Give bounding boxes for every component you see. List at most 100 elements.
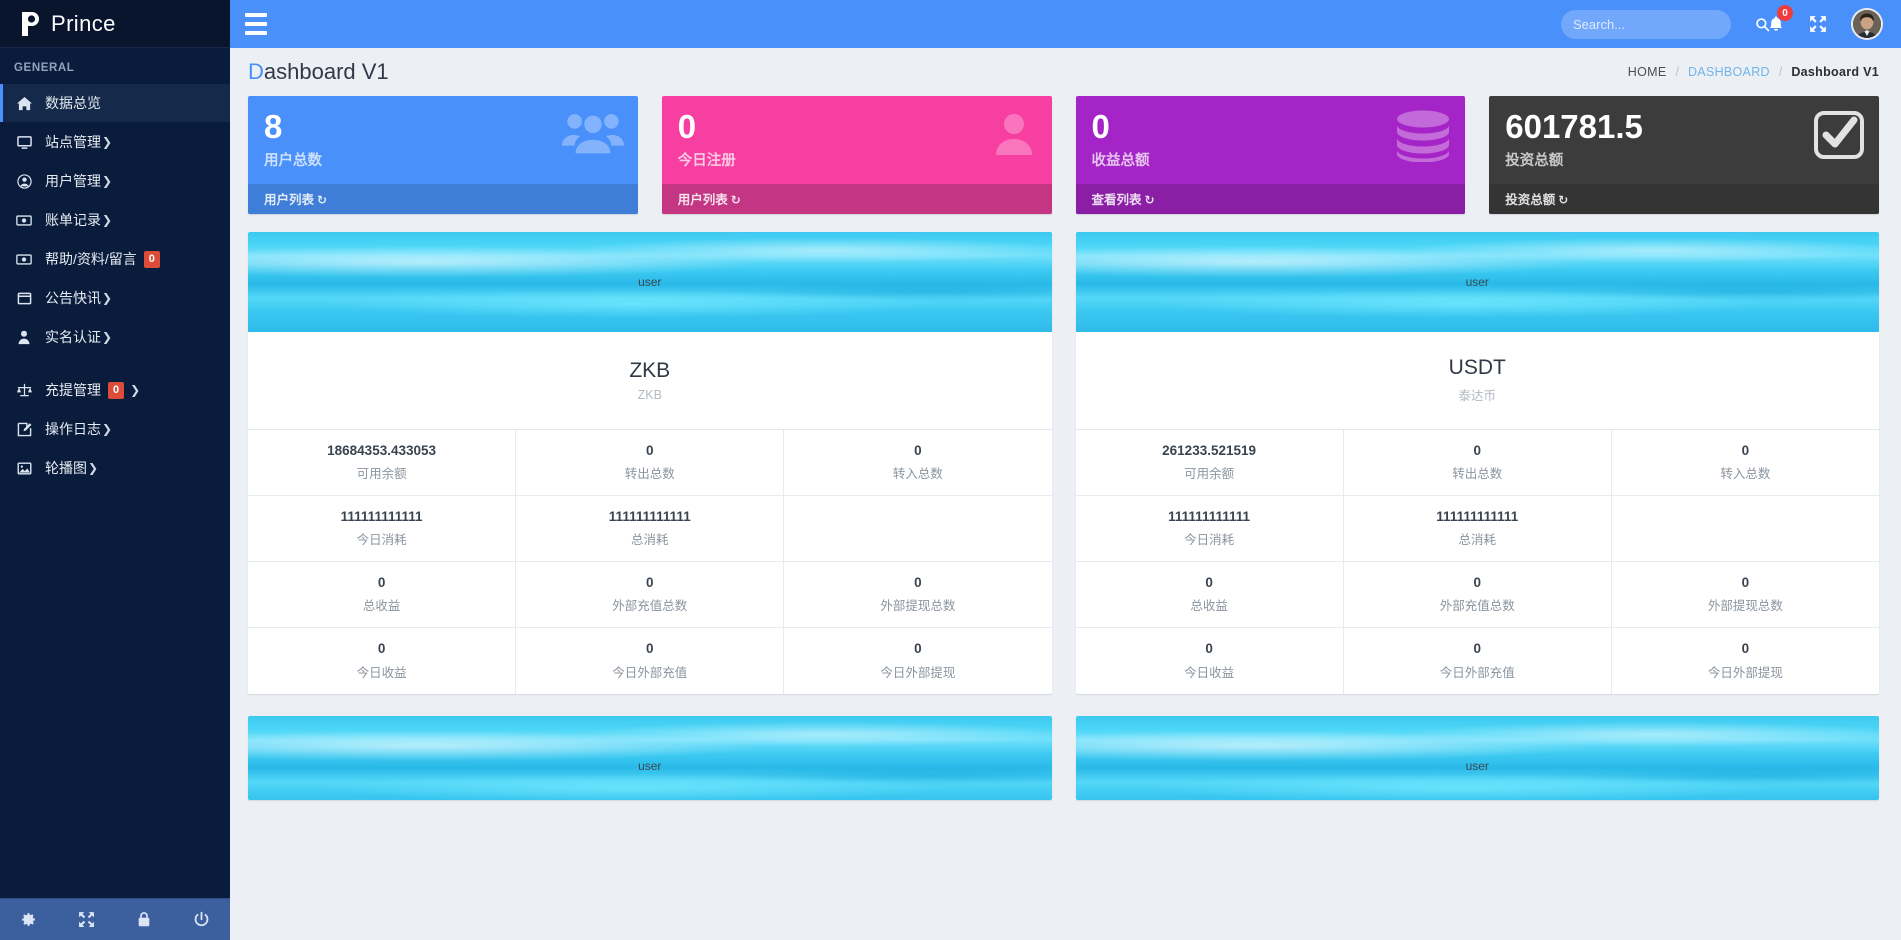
coin-banner-image: user [1075,231,1879,332]
sidebar-item-operation-log[interactable]: 操作日志 ❯ [0,410,230,448]
coin-stats-grid: 18684353.433053 可用余额 0 转出总数 0 转入总数 11111111… [248,429,1052,694]
stat-card-footer-link[interactable]: 用户列表 ↻ [661,183,1052,214]
coin-stat-cell-empty [784,496,1051,561]
chevron-right-icon: ❯ [102,330,113,344]
coin-stat-label: 今日外部充值 [612,665,688,680]
sidebar-item-help-docs-messages[interactable]: 帮助/资料/留言 0 [0,240,230,278]
coin-stat-label: 今日消耗 [1184,533,1235,548]
power-icon[interactable] [173,899,231,940]
sidebar-item-site-management[interactable]: 站点管理 ❯ [0,123,230,161]
sidebar-item-announcements[interactable]: 公告快讯 ❯ [0,279,230,317]
coin-stat-cell: 18684353.433053 可用余额 [248,429,517,495]
coin-stat-label: 今日外部充值 [1439,665,1515,680]
sidebar-item-deposit-withdraw[interactable]: 充提管理 0 ❯ [0,371,230,409]
search-input[interactable] [1573,16,1749,32]
stat-card-footer-link[interactable]: 用户列表 ↻ [248,183,638,214]
sidebar-item-user-management[interactable]: 用户管理 ❯ [0,162,230,200]
check-square-icon [1813,110,1865,165]
coin-header: USDT 泰达币 [1075,332,1879,430]
main-area: 0 Dashboard V1 HOME / DASHBOARD / Dashbo… [230,0,1901,940]
sidebar-item-label: 用户管理 [45,173,101,189]
sidebar-footer-toolbar [0,898,230,940]
stat-card-total-users: 8 用户总数 用户列表 ↻ [248,96,638,214]
coin-stat-value: 0 [377,641,386,657]
avatar[interactable] [1851,8,1883,40]
stat-card-footer-link[interactable]: 投资总额 ↻ [1489,183,1879,214]
breadcrumb-separator: / [1675,65,1679,79]
hamburger-bar [245,22,267,26]
users-group-icon [561,110,624,163]
coin-stat-cell: 0 今日外部提现 [784,628,1051,693]
money-icon [13,252,35,267]
chevron-right-icon: ❯ [102,291,113,305]
coin-stats-row: 0 总收益 0 外部充值总数 0 外部提现总数 [248,562,1052,629]
coin-stat-label: 外部提现总数 [880,599,956,614]
coin-subtitle: ZKB [637,387,662,402]
stat-card-today-registration: 0 今日注册 用户列表 ↻ [661,96,1052,214]
coin-stat-label: 外部提现总数 [1707,599,1783,614]
coin-stat-cell: 0 外部充值总数 [1344,562,1612,628]
page-title: Dashboard V1 [248,59,389,85]
coin-stat-label: 总消耗 [1458,533,1497,548]
coin-banner-alt-text: user [1465,758,1489,773]
sidebar-item-real-name-verification[interactable]: 实名认证 ❯ [0,318,230,356]
coin-card-usdt: user USDT 泰达币 261233.521519 可用余额 0 转出总数 0 转… [1075,231,1879,694]
coin-stat-label: 今日收益 [356,665,407,680]
sidebar-item-data-overview[interactable]: 数据总览 [0,84,230,122]
coin-card-next-2: user [1075,715,1879,800]
edit-icon [13,422,35,437]
chevron-right-icon: ❯ [102,135,113,149]
coin-stat-label: 今日外部提现 [1707,665,1783,680]
fullscreen-button[interactable] [1799,0,1837,48]
coin-stat-cell: 0 外部提现总数 [784,562,1051,627]
brand-logo-area[interactable]: Prince [0,0,230,48]
search-box[interactable] [1561,9,1770,39]
coin-stat-value: 111111111111 [340,508,423,524]
image-icon [13,461,35,476]
sidebar-item-carousel[interactable]: 轮播图 ❯ [0,449,230,487]
coin-stat-label: 总收益 [362,599,401,614]
content-header: Dashboard V1 HOME / DASHBOARD / Dashboar… [230,48,1901,96]
stat-card-footer-label: 投资总额 [1505,192,1556,207]
coin-stat-value: 0 [914,442,922,458]
monitor-icon [13,135,35,150]
coin-stat-value: 0 [1741,575,1750,591]
person-icon [13,330,35,345]
sidebar-item-label: 操作日志 [45,421,101,437]
coin-stat-label: 外部充值总数 [1439,599,1515,614]
stat-card-value: 601781.5 [1505,108,1643,145]
chevron-right-icon: ❯ [102,422,113,436]
coin-stats-grid: 261233.521519 可用余额 0 转出总数 0 转入总数 1111111111… [1075,429,1879,694]
sidebar-nav: GENERAL 数据总览 站点管理 ❯ 用户管理 ❯ 账单记录 ❯ 帮助/资料/… [0,48,230,940]
coin-stat-label: 转出总数 [1452,466,1503,481]
expand-icon[interactable] [58,899,116,940]
coin-stats-row: 261233.521519 可用余额 0 转出总数 0 转入总数 [1075,429,1879,496]
stat-cards-row: 8 用户总数 用户列表 ↻ 0 今日注册 用户列表 ↻ 0 收益总额 查看列表 … [248,96,1879,214]
coin-stat-cell: 261233.521519 可用余额 [1076,429,1344,495]
coin-stats-row: 111111111111 今日消耗 111111111111 总消耗 [248,495,1052,563]
stat-card-footer-label: 查看列表 [1091,192,1142,207]
sidebar-item-bill-records[interactable]: 账单记录 ❯ [0,201,230,239]
home-icon [13,96,35,111]
breadcrumb-item-home[interactable]: HOME [1628,65,1667,79]
coin-stat-value: 0 [646,442,654,458]
stat-card-footer-link[interactable]: 查看列表 ↻ [1075,183,1466,214]
coin-card-next-1: user [248,715,1052,800]
coin-stat-label: 外部充值总数 [612,599,688,614]
notifications-button[interactable]: 0 [1757,0,1795,48]
brand-name: Prince [51,10,116,36]
breadcrumb-item-dashboard[interactable]: DASHBOARD [1688,65,1770,79]
coin-banner-image: user [1075,715,1879,800]
lock-icon[interactable] [115,899,173,940]
stat-card-label: 今日注册 [677,152,736,169]
refresh-icon: ↻ [317,192,328,207]
sidebar-item-label: 数据总览 [45,95,101,111]
sidebar-item-badge: 0 [143,250,160,268]
database-icon [1395,110,1451,167]
chevron-right-icon: ❯ [102,174,113,188]
hamburger-icon[interactable] [230,0,282,48]
sidebar-item-badge: 0 [108,381,125,399]
stat-card-body: 0 今日注册 [662,96,1052,184]
gear-icon[interactable] [0,899,58,940]
coin-stat-value: 261233.521519 [1162,442,1257,458]
